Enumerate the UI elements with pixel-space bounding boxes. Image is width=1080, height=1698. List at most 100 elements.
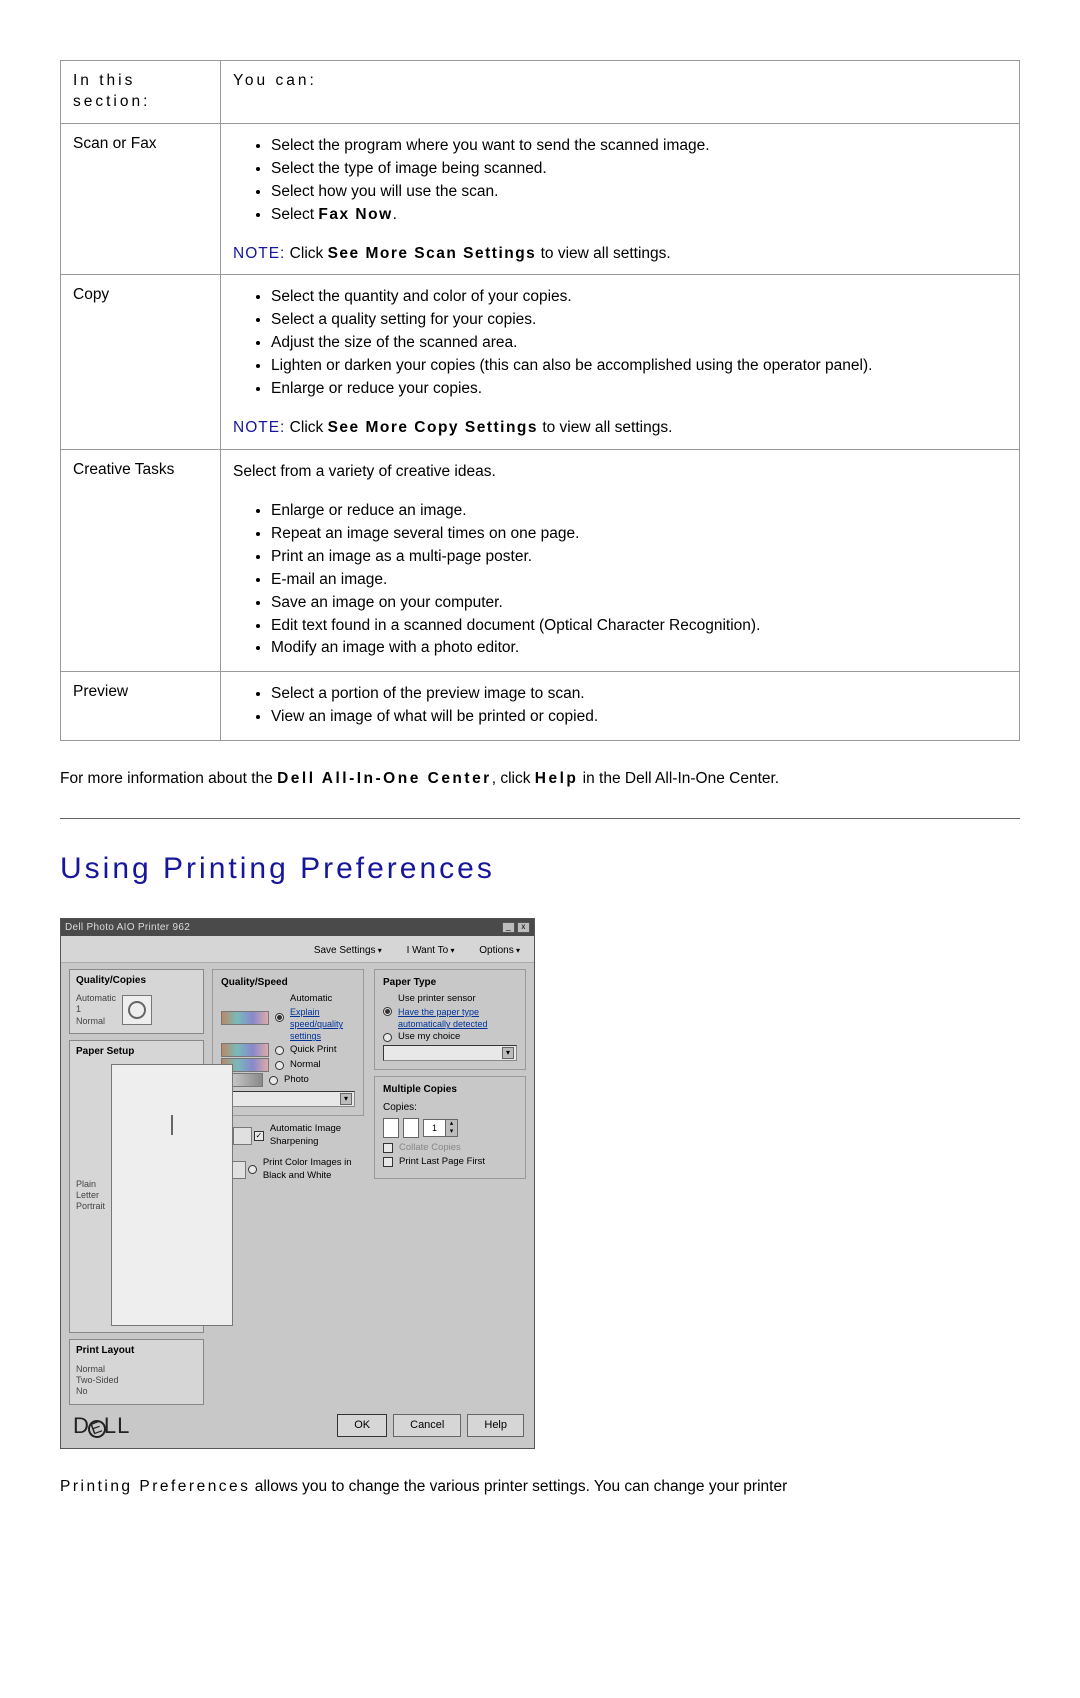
- note-line: NOTE: Click See More Scan Settings to vi…: [233, 244, 1007, 265]
- value-text: Two-Sided: [76, 1375, 197, 1386]
- radio-normal[interactable]: [275, 1061, 284, 1070]
- option-label: Use my choice: [398, 1031, 460, 1044]
- cancel-button[interactable]: Cancel: [393, 1414, 461, 1437]
- table-row: Copy Select the quantity and color of yo…: [61, 275, 1020, 450]
- option-label: Normal: [290, 1059, 321, 1072]
- list-item: Select the program where you want to sen…: [271, 136, 1007, 157]
- copies-label: Copies:: [383, 1101, 517, 1115]
- section-label: Copy: [61, 275, 221, 450]
- help-button[interactable]: Help: [467, 1414, 524, 1437]
- tab-values: Automatic 1 Normal: [76, 993, 116, 1027]
- chevron-down-icon: ▾: [502, 1047, 514, 1059]
- option-label: Automatic: [290, 993, 355, 1006]
- dialog-left-tabs: Quality/Copies Automatic 1 Normal Paper …: [69, 969, 204, 1405]
- section-label: Creative Tasks: [61, 449, 221, 671]
- explain-link[interactable]: Explain speed/quality settings: [290, 1006, 355, 1042]
- section-label: Scan or Fax: [61, 123, 221, 275]
- tab-title: Quality/Copies: [76, 974, 197, 988]
- text-fragment: , click: [492, 770, 535, 787]
- text-fragment: allows you to change the various printer…: [250, 1478, 787, 1495]
- bold-text: See More Copy Settings: [328, 419, 538, 436]
- intro-text: Select from a variety of creative ideas.: [233, 462, 1007, 483]
- value-text: Normal: [76, 1016, 116, 1027]
- value-text: Plain: [76, 1179, 105, 1190]
- paper-setup-tab[interactable]: Paper Setup Plain Letter Portrait: [69, 1040, 204, 1334]
- thumb-icon: [233, 1127, 252, 1145]
- minimize-button[interactable]: _: [502, 922, 515, 933]
- list-item: Select Fax Now.: [271, 205, 1007, 226]
- bold-text: Dell All-In-One Center: [277, 770, 492, 787]
- bold-text: Fax Now: [318, 206, 392, 223]
- option-label: Photo: [284, 1074, 309, 1087]
- list-item: Edit text found in a scanned document (O…: [271, 616, 1007, 637]
- list-item: Repeat an image several times on one pag…: [271, 524, 1007, 545]
- radio-photo[interactable]: [269, 1076, 278, 1085]
- list-item: View an image of what will be printed or…: [271, 707, 1007, 728]
- dialog-button-row: OK Cancel Help: [337, 1414, 524, 1437]
- document-page: In this section: You can: Scan or Fax Se…: [0, 0, 1080, 1698]
- paper-type-combo[interactable]: ▾: [383, 1045, 517, 1061]
- text-fragment: Click: [285, 245, 327, 262]
- document-icon: [383, 1118, 399, 1138]
- checkbox-collate[interactable]: [383, 1143, 393, 1153]
- list-item: Select the type of image being scanned.: [271, 159, 1007, 180]
- section-body: Select the program where you want to sen…: [221, 123, 1020, 275]
- dialog-title: Dell Photo AIO Printer 962: [65, 921, 190, 935]
- list-item: Print an image as a multi-page poster.: [271, 547, 1007, 568]
- options-menu[interactable]: Options: [479, 945, 520, 956]
- section-body: Select the quantity and color of your co…: [221, 275, 1020, 450]
- text-fragment: .: [393, 206, 397, 223]
- paper-type-group: Paper Type Use printer sensor Have the p…: [374, 969, 526, 1070]
- radio-paper-sensor[interactable]: [383, 1007, 392, 1016]
- quality-speed-group: Quality/Speed Automatic Explain speed/qu…: [212, 969, 364, 1117]
- dialog-footer: DELL OK Cancel Help: [61, 1405, 534, 1449]
- text-fragment: to view all settings.: [538, 419, 672, 436]
- chevron-down-icon: ▾: [340, 1093, 352, 1105]
- save-settings-menu[interactable]: Save Settings: [314, 945, 382, 956]
- option-label: Automatic Image Sharpening: [270, 1123, 364, 1149]
- text-fragment: Click: [285, 419, 327, 436]
- note-label: NOTE:: [233, 245, 285, 262]
- quality-copies-tab[interactable]: Quality/Copies Automatic 1 Normal: [69, 969, 204, 1034]
- dell-logo: DELL: [73, 1411, 130, 1441]
- window-buttons: _ x: [502, 922, 530, 933]
- tab-values: Plain Letter Portrait: [76, 1179, 105, 1213]
- option-label: Print Last Page First: [399, 1156, 485, 1169]
- i-want-to-menu[interactable]: I Want To: [407, 945, 455, 956]
- checkbox-lastpage[interactable]: [383, 1157, 393, 1167]
- print-layout-tab[interactable]: Print Layout Normal Two-Sided No: [69, 1339, 204, 1404]
- radio-automatic[interactable]: [275, 1013, 284, 1022]
- radio-bw[interactable]: [248, 1165, 257, 1174]
- feature-table: In this section: You can: Scan or Fax Se…: [60, 60, 1020, 741]
- bullet-list: Select the quantity and color of your co…: [253, 287, 1007, 400]
- copies-value: 1: [424, 1122, 445, 1134]
- more-info-paragraph: For more information about the Dell All-…: [60, 769, 1020, 790]
- section-label: Preview: [61, 672, 221, 741]
- close-button[interactable]: x: [517, 922, 530, 933]
- copies-spinner[interactable]: 1 ▴▾: [423, 1119, 458, 1137]
- document-icon: [403, 1118, 419, 1138]
- spinner-buttons[interactable]: ▴▾: [445, 1120, 457, 1136]
- list-item: Adjust the size of the scanned area.: [271, 333, 1007, 354]
- table-header-row: In this section: You can:: [61, 61, 1020, 124]
- dialog-titlebar[interactable]: Dell Photo AIO Printer 962 _ x: [61, 919, 534, 937]
- radio-quick[interactable]: [275, 1046, 284, 1055]
- multiple-copies-group: Multiple Copies Copies: 1 ▴▾: [374, 1076, 526, 1179]
- bold-text: Help: [535, 770, 579, 787]
- lens-icon: [122, 995, 152, 1025]
- option-label: Quick Print: [290, 1044, 336, 1057]
- dialog-body: Quality/Copies Automatic 1 Normal Paper …: [61, 963, 534, 1405]
- radio-paper-manual[interactable]: [383, 1033, 392, 1042]
- paper-type-link[interactable]: Have the paper type automatically detect…: [398, 1006, 517, 1030]
- group-title: Multiple Copies: [383, 1083, 517, 1097]
- text-fragment: For more information about the: [60, 770, 277, 787]
- list-item: Enlarge or reduce your copies.: [271, 379, 1007, 400]
- list-item: Modify an image with a photo editor.: [271, 638, 1007, 659]
- table-row: Scan or Fax Select the program where you…: [61, 123, 1020, 275]
- quality-combo[interactable]: ▾: [221, 1091, 355, 1107]
- text-fragment: to view all settings.: [536, 245, 670, 262]
- list-item: Save an image on your computer.: [271, 593, 1007, 614]
- ok-button[interactable]: OK: [337, 1414, 387, 1437]
- table-row: Preview Select a portion of the preview …: [61, 672, 1020, 741]
- checkbox-sharpening[interactable]: ✓: [254, 1131, 264, 1141]
